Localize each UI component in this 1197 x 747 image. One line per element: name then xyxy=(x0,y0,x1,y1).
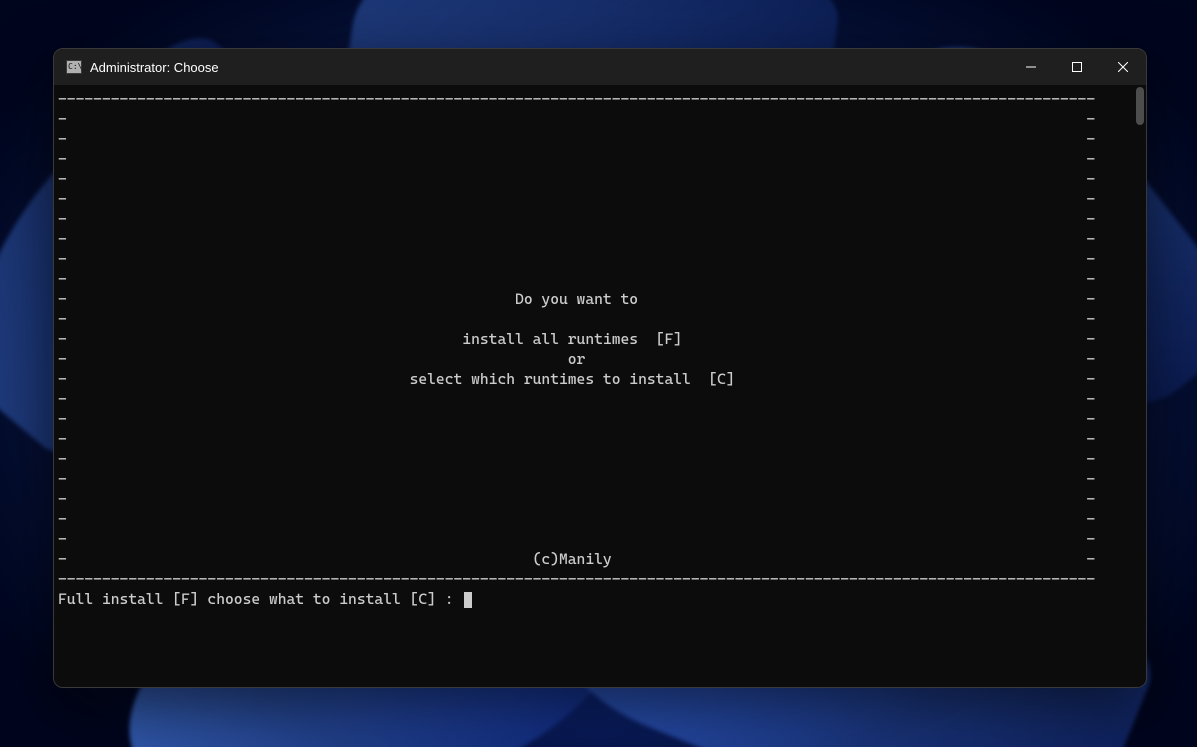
terminal-body[interactable]: ----------------------------------------… xyxy=(54,85,1146,687)
titlebar[interactable]: Administrator: Choose xyxy=(54,49,1146,85)
minimize-button[interactable] xyxy=(1008,49,1054,85)
window-controls xyxy=(1008,49,1146,85)
window-title: Administrator: Choose xyxy=(90,60,219,75)
scrollbar-thumb[interactable] xyxy=(1136,87,1144,125)
terminal-output: ----------------------------------------… xyxy=(58,89,1146,609)
cmd-icon xyxy=(66,60,82,74)
close-button[interactable] xyxy=(1100,49,1146,85)
terminal-window: Administrator: Choose ------------------… xyxy=(53,48,1147,688)
scrollbar[interactable] xyxy=(1132,87,1144,685)
input-cursor xyxy=(464,592,472,608)
maximize-button[interactable] xyxy=(1054,49,1100,85)
